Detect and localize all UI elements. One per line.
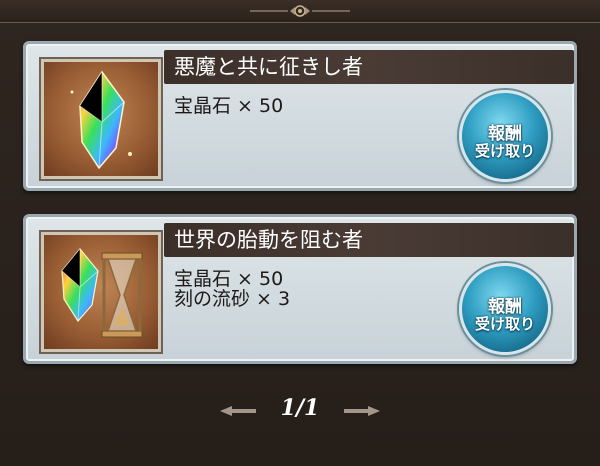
reward-name: 宝晶石 (174, 268, 232, 290)
mission-title: 悪魔と共に征きし者 (174, 55, 363, 79)
mission-card: 世界の胎動を阻む者 宝晶石 × 50 刻の流砂 × 3 報酬 受け取り (23, 214, 577, 364)
reward-list: 宝晶石 × 50 刻の流砂 × 3 (174, 269, 290, 309)
reward-list: 宝晶石 × 50 (174, 96, 283, 116)
mission-title-bar: 悪魔と共に征きし者 (164, 50, 574, 84)
page-indicator: 1/1 (280, 395, 320, 421)
ornament-icon (250, 5, 350, 17)
reward-item: 宝晶石 × 50 (174, 96, 283, 116)
reward-name: 宝晶石 (174, 95, 232, 117)
window-header (0, 0, 600, 23)
rainbow-crystal-icon (70, 70, 132, 170)
crystal-and-hourglass-icon (61, 248, 143, 338)
reward-qty: × 50 (237, 268, 284, 290)
claim-reward-button[interactable]: 報酬 受け取り (459, 263, 551, 355)
claim-reward-button[interactable]: 報酬 受け取り (459, 90, 551, 182)
reward-item: 宝晶石 × 50 (174, 269, 290, 289)
reward-thumbnail (41, 59, 161, 179)
reward-item: 刻の流砂 × 3 (174, 289, 290, 309)
prev-page-arrow-icon[interactable] (220, 404, 256, 418)
mission-title: 世界の胎動を阻む者 (174, 228, 363, 252)
pagination: 1/1 (0, 395, 600, 425)
mission-card: 悪魔と共に征きし者 宝晶石 × 50 報酬 受け取り (23, 41, 577, 191)
reward-name: 刻の流砂 (174, 288, 251, 310)
mission-title-bar: 世界の胎動を阻む者 (164, 223, 574, 257)
reward-qty: × 50 (237, 95, 284, 117)
next-page-arrow-icon[interactable] (344, 404, 380, 418)
reward-thumbnail (41, 232, 161, 352)
claim-label-line2: 受け取り (474, 315, 535, 333)
claim-label-line2: 受け取り (474, 142, 535, 160)
reward-window: 悪魔と共に征きし者 宝晶石 × 50 報酬 受け取り 世界の胎動を阻む者 宝晶石… (0, 0, 600, 466)
reward-qty: × 3 (256, 288, 291, 310)
